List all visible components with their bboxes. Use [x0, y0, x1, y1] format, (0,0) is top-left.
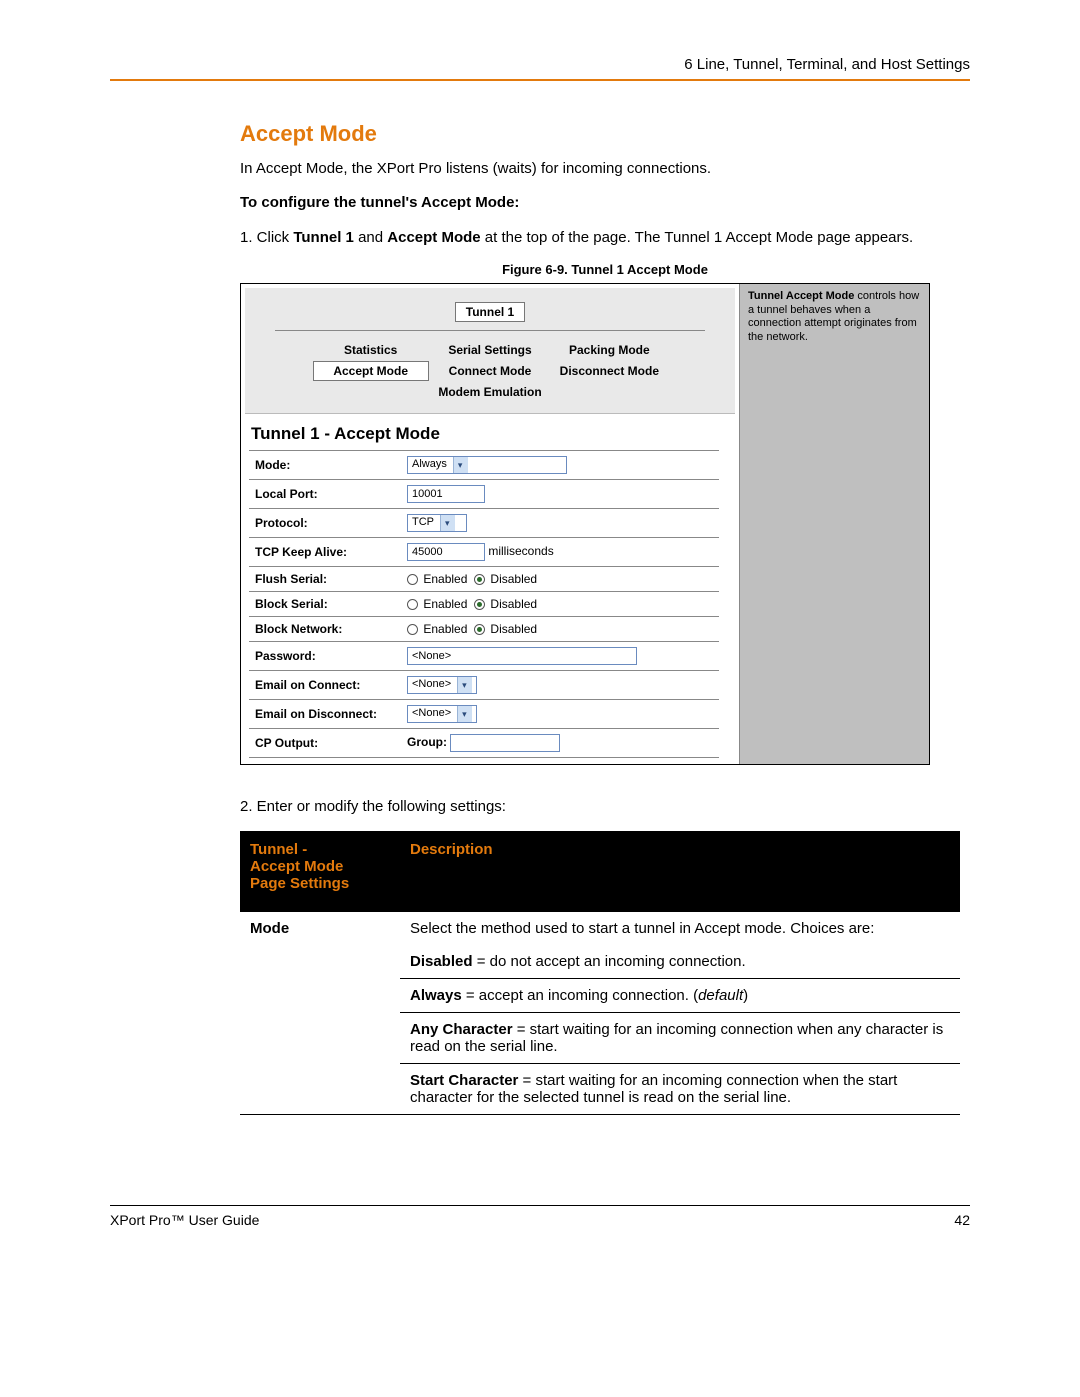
header-rule — [110, 79, 970, 81]
row-email-connect: Email on Connect: <None>▾ — [249, 670, 719, 699]
settings-table: Tunnel - Accept Mode Page Settings Descr… — [240, 831, 960, 1115]
cell-mode-intro: Select the method used to start a tunnel… — [400, 912, 960, 945]
chapter-header: 6 Line, Tunnel, Terminal, and Host Setti… — [110, 56, 970, 79]
figure-tunnel-accept: Tunnel 1 Statistics Serial Settings Pack… — [240, 283, 930, 765]
radio-block-serial-enabled[interactable] — [407, 599, 418, 610]
row-cp-output: CP Output: Group: — [249, 728, 719, 757]
chevron-down-icon: ▾ — [457, 706, 472, 722]
label-mode: Mode: — [249, 450, 401, 479]
tab-connect-mode[interactable]: Connect Mode — [432, 362, 548, 380]
cell-mode-always: Always = accept an incoming connection. … — [400, 979, 960, 1013]
table-head-description: Description — [400, 831, 960, 912]
row-block-network: Block Network: Enabled Disabled — [249, 616, 719, 641]
config-heading: To configure the tunnel's Accept Mode: — [240, 193, 970, 213]
footer-page-number: 42 — [954, 1212, 970, 1228]
help-pane: Tunnel Accept Mode controls how a tunnel… — [739, 284, 929, 764]
label-tcp-keep-alive: TCP Keep Alive: — [249, 537, 401, 566]
table-head-settings: Tunnel - Accept Mode Page Settings — [240, 831, 400, 912]
footer-left: XPort Pro™ User Guide — [110, 1212, 259, 1228]
input-password[interactable]: <None> — [407, 647, 637, 665]
label-protocol: Protocol: — [249, 508, 401, 537]
dropdown-email-disconnect[interactable]: <None>▾ — [407, 705, 477, 723]
tab-modem-emulation[interactable]: Modem Emulation — [432, 383, 548, 401]
input-group[interactable] — [450, 734, 560, 752]
dropdown-mode[interactable]: Always▾ — [407, 456, 567, 474]
label-flush-serial: Flush Serial: — [249, 566, 401, 591]
row-mode: Mode: Always▾ — [249, 450, 719, 479]
input-local-port[interactable]: 10001 — [407, 485, 485, 503]
tab-row-2: Accept Mode Connect Mode Disconnect Mode — [263, 361, 717, 381]
radio-block-serial-disabled[interactable] — [474, 599, 485, 610]
tabs-area: Tunnel 1 Statistics Serial Settings Pack… — [245, 288, 735, 414]
help-title: Tunnel Accept Mode — [748, 290, 854, 302]
ui-pane: Tunnel 1 Statistics Serial Settings Pack… — [241, 284, 739, 764]
tab-row-3: . Modem Emulation . — [263, 383, 717, 401]
label-group: Group: — [407, 735, 447, 749]
panel-title: Tunnel 1 - Accept Mode — [251, 424, 739, 444]
page-footer: XPort Pro™ User Guide 42 — [110, 1205, 970, 1228]
row-password: Password: <None> — [249, 641, 719, 670]
label-block-network: Block Network: — [249, 616, 401, 641]
tab-statistics[interactable]: Statistics — [313, 341, 429, 359]
label-email-disconnect: Email on Disconnect: — [249, 699, 401, 728]
section-intro: In Accept Mode, the XPort Pro listens (w… — [240, 159, 970, 179]
cell-mode-key: Mode — [240, 912, 400, 945]
label-local-port: Local Port: — [249, 479, 401, 508]
radio-block-net-enabled[interactable] — [407, 624, 418, 635]
tab-disconnect-mode[interactable]: Disconnect Mode — [551, 362, 667, 380]
row-email-disconnect: Email on Disconnect: <None>▾ — [249, 699, 719, 728]
row-local-port: Local Port: 10001 — [249, 479, 719, 508]
radio-flush-disabled[interactable] — [474, 574, 485, 585]
label-cp-output: CP Output: — [249, 728, 401, 757]
label-password: Password: — [249, 641, 401, 670]
cell-mode-anychar: Any Character = start waiting for an inc… — [400, 1013, 960, 1064]
tab-row-1: Statistics Serial Settings Packing Mode — [263, 341, 717, 359]
cell-mode-disabled: Disabled = do not accept an incoming con… — [400, 945, 960, 979]
input-tcp-keep-alive[interactable]: 45000 — [407, 543, 485, 561]
tab-packing-mode[interactable]: Packing Mode — [551, 341, 667, 359]
row-protocol: Protocol: TCP▾ — [249, 508, 719, 537]
form-table: Mode: Always▾ Local Port: 10001 Protocol… — [249, 450, 719, 758]
radio-flush-enabled[interactable] — [407, 574, 418, 585]
chevron-down-icon: ▾ — [457, 677, 472, 693]
row-tcp-keep-alive: TCP Keep Alive: 45000 milliseconds — [249, 537, 719, 566]
tab-serial-settings[interactable]: Serial Settings — [432, 341, 548, 359]
cell-mode-startchar: Start Character = start waiting for an i… — [400, 1064, 960, 1115]
dropdown-email-connect[interactable]: <None>▾ — [407, 676, 477, 694]
dropdown-protocol[interactable]: TCP▾ — [407, 514, 467, 532]
row-flush-serial: Flush Serial: Enabled Disabled — [249, 566, 719, 591]
tab-accept-mode[interactable]: Accept Mode — [313, 361, 429, 381]
figure-caption: Figure 6-9. Tunnel 1 Accept Mode — [240, 262, 970, 277]
chevron-down-icon: ▾ — [440, 515, 455, 531]
label-block-serial: Block Serial: — [249, 591, 401, 616]
section-title: Accept Mode — [240, 121, 970, 147]
chevron-down-icon: ▾ — [453, 457, 468, 473]
tab-tunnel-1[interactable]: Tunnel 1 — [455, 302, 525, 322]
step-1: 1. Click Tunnel 1 and Accept Mode at the… — [240, 228, 970, 248]
radio-block-net-disabled[interactable] — [474, 624, 485, 635]
row-block-serial: Block Serial: Enabled Disabled — [249, 591, 719, 616]
unit-tcp-keep-alive: milliseconds — [488, 544, 553, 558]
step-2: 2. Enter or modify the following setting… — [240, 797, 970, 817]
label-email-connect: Email on Connect: — [249, 670, 401, 699]
